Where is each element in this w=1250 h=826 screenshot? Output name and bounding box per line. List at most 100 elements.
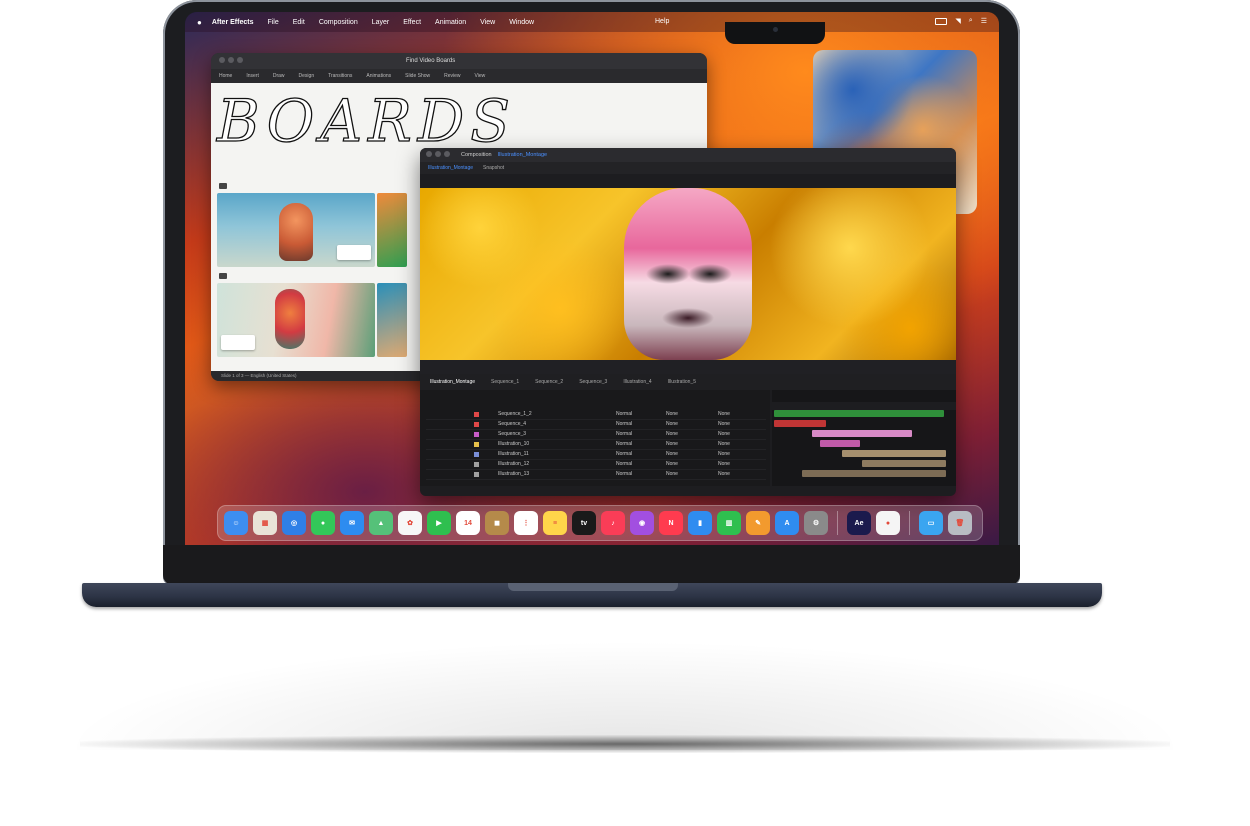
battery-icon[interactable] (935, 17, 948, 25)
window-controls[interactable] (426, 151, 453, 159)
tab-draw[interactable]: Draw (273, 73, 285, 79)
maps-icon[interactable]: ▲ (369, 511, 393, 535)
timeline-tab[interactable]: Illustration_Montage (430, 379, 475, 385)
keynote-icon[interactable]: ▮ (688, 511, 712, 535)
layer-row[interactable]: Sequence_1_2 Normal None None (426, 410, 766, 420)
menu-layer[interactable]: Layer (372, 19, 390, 26)
layer-duration-bar[interactable] (862, 460, 946, 467)
layer-mode[interactable]: Normal (616, 441, 632, 447)
menu-window[interactable]: Window (509, 19, 534, 26)
layer-mode[interactable]: Normal (616, 461, 632, 467)
apple-menu-icon[interactable]: ● (197, 18, 202, 27)
layer-duration-bar[interactable] (802, 470, 946, 477)
mail-icon[interactable]: ✉ (340, 511, 364, 535)
menu-effect[interactable]: Effect (403, 19, 421, 26)
menu-composition[interactable]: Composition (319, 19, 358, 26)
layer-duration-bar[interactable] (774, 420, 826, 427)
tab-design[interactable]: Design (299, 73, 315, 79)
pages-icon[interactable]: ✎ (746, 511, 770, 535)
tab-review[interactable]: Review (444, 73, 460, 79)
layer-parent[interactable]: None (718, 411, 730, 417)
board-thumbnail[interactable] (377, 193, 407, 267)
layer-trkmat[interactable]: None (666, 451, 678, 457)
music-icon[interactable]: ♪ (601, 511, 625, 535)
layer-trkmat[interactable]: None (666, 421, 678, 427)
messages-icon[interactable]: ● (311, 511, 335, 535)
layer-duration-bar[interactable] (812, 430, 912, 437)
calendar-icon[interactable]: 14 (456, 511, 480, 535)
viewer-toolbar[interactable] (420, 360, 956, 374)
tab-home[interactable]: Home (219, 73, 232, 79)
photos-icon[interactable]: ✿ (398, 511, 422, 535)
app-store-icon[interactable]: A (775, 511, 799, 535)
menu-animation[interactable]: Animation (435, 19, 466, 26)
contacts-icon[interactable]: ◼ (485, 511, 509, 535)
layer-row[interactable]: Sequence_3 Normal None None (426, 430, 766, 440)
timeline-tab[interactable]: Sequence_3 (579, 379, 607, 385)
layer-duration-bar[interactable] (842, 450, 946, 457)
launchpad-icon[interactable]: ▦ (253, 511, 277, 535)
procreate-icon[interactable]: ● (876, 511, 900, 535)
layer-trkmat[interactable]: None (666, 471, 678, 477)
layer-parent[interactable]: None (718, 451, 730, 457)
timeline-tab[interactable]: Illustration_4 (623, 379, 651, 385)
layer-parent[interactable]: None (718, 441, 730, 447)
trash-icon[interactable]: 🗑 (948, 511, 972, 535)
downloads-folder-icon[interactable]: ▭ (919, 511, 943, 535)
layer-row[interactable]: Sequence_4 Normal None None (426, 420, 766, 430)
layer-row[interactable]: Illustration_10 Normal None None (426, 440, 766, 450)
finder-icon[interactable]: ☺ (224, 511, 248, 535)
window-controls[interactable] (219, 57, 246, 65)
layer-parent[interactable]: None (718, 431, 730, 437)
numbers-icon[interactable]: ▥ (717, 511, 741, 535)
layer-parent[interactable]: None (718, 471, 730, 477)
composition-viewer[interactable] (420, 188, 956, 360)
menu-file[interactable]: File (267, 19, 278, 26)
control-center-icon[interactable]: ☰ (981, 17, 987, 25)
notes-icon[interactable]: ≡ (543, 511, 567, 535)
layer-parent[interactable]: None (718, 421, 730, 427)
tab-animations[interactable]: Animations (366, 73, 391, 79)
timeline-tab[interactable]: Illustration_5 (668, 379, 696, 385)
facetime-icon[interactable]: ▶ (427, 511, 451, 535)
tab-snapshot[interactable]: Snapshot (483, 165, 504, 171)
layer-duration-bar[interactable] (774, 410, 944, 417)
reminders-icon[interactable]: ⋮ (514, 511, 538, 535)
layer-parent[interactable]: None (718, 461, 730, 467)
layer-mode[interactable]: Normal (616, 451, 632, 457)
system-settings-icon[interactable]: ⚙ (804, 511, 828, 535)
wifi-icon[interactable]: ◥ (955, 17, 960, 25)
layer-mode[interactable]: Normal (616, 421, 632, 427)
timeline-tab[interactable]: Sequence_1 (491, 379, 519, 385)
layer-mode[interactable]: Normal (616, 471, 632, 477)
menu-help[interactable]: Help (655, 18, 669, 25)
layer-row[interactable]: Illustration_12 Normal None None (426, 460, 766, 470)
podcasts-icon[interactable]: ◉ (630, 511, 654, 535)
menu-app-name[interactable]: After Effects (212, 19, 254, 26)
layer-mode[interactable]: Normal (616, 431, 632, 437)
search-icon[interactable]: ⌕ (969, 17, 973, 25)
timeline-ruler[interactable] (772, 402, 956, 410)
board-thumbnail[interactable] (377, 283, 407, 357)
menu-edit[interactable]: Edit (293, 19, 305, 26)
timeline-tab[interactable]: Sequence_2 (535, 379, 563, 385)
tab-slide-show[interactable]: Slide Show (405, 73, 430, 79)
news-icon[interactable]: N (659, 511, 683, 535)
tab-insert[interactable]: Insert (246, 73, 259, 79)
tab-transitions[interactable]: Transitions (328, 73, 352, 79)
layer-trkmat[interactable]: None (666, 411, 678, 417)
layer-mode[interactable]: Normal (616, 411, 632, 417)
layer-trkmat[interactable]: None (666, 431, 678, 437)
tab-view[interactable]: View (475, 73, 486, 79)
menu-view[interactable]: View (480, 19, 495, 26)
tv-icon[interactable]: tv (572, 511, 596, 535)
layer-row[interactable]: Illustration_13 Normal None None (426, 470, 766, 480)
composition-titlebar: Composition Illustration_Montage (420, 148, 956, 162)
layer-trkmat[interactable]: None (666, 441, 678, 447)
after-effects-icon[interactable]: Ae (847, 511, 871, 535)
layer-trkmat[interactable]: None (666, 461, 678, 467)
layer-duration-bar[interactable] (820, 440, 860, 447)
safari-icon[interactable]: ◎ (282, 511, 306, 535)
layer-row[interactable]: Illustration_11 Normal None None (426, 450, 766, 460)
tab-comp[interactable]: Illustration_Montage (428, 165, 473, 171)
